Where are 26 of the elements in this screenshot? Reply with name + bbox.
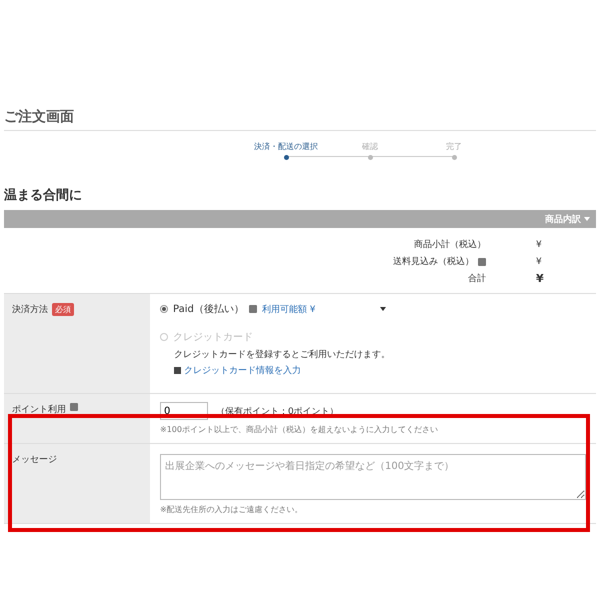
option-note: クレジットカードを登録するとご利用いただけます。 xyxy=(174,348,391,361)
summary-value: ¥ xyxy=(536,256,543,266)
summary-label: 送料見込み（税込） xyxy=(393,256,474,268)
summary-value: ¥ xyxy=(536,272,545,285)
required-badge: 必須 xyxy=(52,303,74,316)
field-label: メッセージ xyxy=(12,454,57,466)
field-label: 決済方法 xyxy=(12,304,48,316)
progress-step: 完了 xyxy=(412,141,496,160)
progress-step: 確認 xyxy=(328,141,412,160)
summary-label: 合計 xyxy=(468,272,486,285)
help-icon[interactable] xyxy=(248,305,257,313)
available-amount-link[interactable]: 利用可能額 ¥ xyxy=(262,302,316,316)
dropdown-caret-icon[interactable] xyxy=(380,307,386,311)
message-note: ※配送先住所の入力はご遠慮ください。 xyxy=(160,504,304,515)
option-label: クレジットカード xyxy=(173,331,253,344)
radio-button[interactable] xyxy=(160,305,168,313)
summary-label: 商品小計（税込） xyxy=(414,238,486,251)
page-title: ご注文画面 xyxy=(4,108,596,131)
field-label: ポイント利用 xyxy=(12,404,66,416)
summary-value: ¥ xyxy=(536,240,543,250)
option-label: Paid（後払い） xyxy=(173,302,244,316)
progress-step: 決済・配送の選択 xyxy=(244,141,328,160)
shop-name: 温まる合間に xyxy=(4,187,83,204)
points-note: ※100ポイント以上で、商品小計（税込）を超えないように入力してください xyxy=(160,424,439,435)
message-field[interactable]: 出展企業へのメッセージや着日指定の希望など（100文字まで） xyxy=(160,454,586,500)
help-icon[interactable] xyxy=(478,258,486,266)
